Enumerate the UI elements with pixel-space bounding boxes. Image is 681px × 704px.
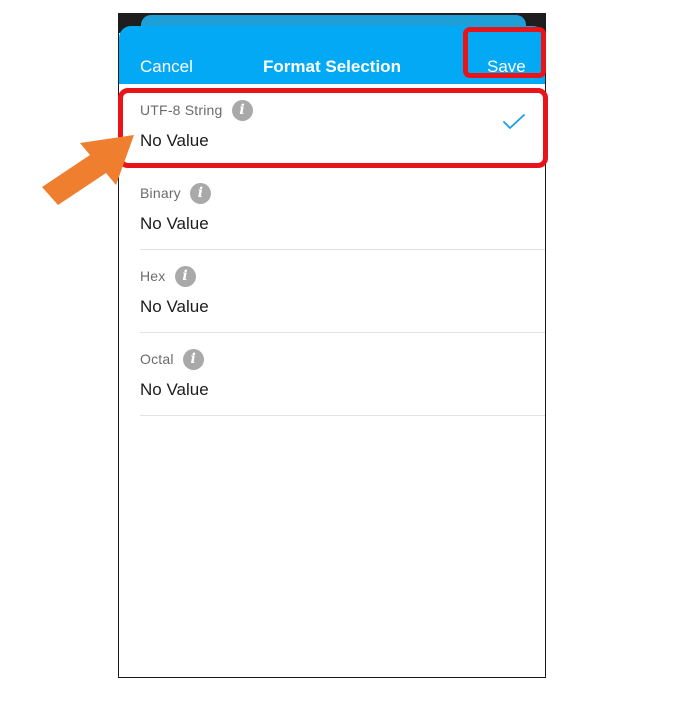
format-label-group: Octal i (140, 348, 204, 370)
row-divider (140, 415, 545, 416)
format-label-group: Hex i (140, 265, 196, 287)
format-label-group: Binary i (140, 182, 211, 204)
format-label: Binary (140, 185, 181, 201)
save-highlight-box (463, 27, 546, 78)
info-icon[interactable]: i (174, 265, 196, 287)
format-value: No Value (140, 297, 209, 316)
info-icon[interactable]: i (182, 348, 204, 370)
arrow-icon (42, 135, 134, 205)
format-option-binary[interactable]: Binary i No Value (119, 167, 545, 250)
format-option-octal[interactable]: Octal i No Value (119, 333, 545, 416)
format-option-hex[interactable]: Hex i No Value (119, 250, 545, 333)
screenshot-stage: Cancel Format Selection Save UTF-8 Strin… (0, 0, 681, 704)
info-icon[interactable]: i (189, 182, 211, 204)
format-label: Hex (140, 268, 166, 284)
format-value: No Value (140, 380, 209, 399)
format-label: Octal (140, 351, 174, 367)
format-value: No Value (140, 214, 209, 233)
utf8-highlight-box (118, 88, 548, 168)
